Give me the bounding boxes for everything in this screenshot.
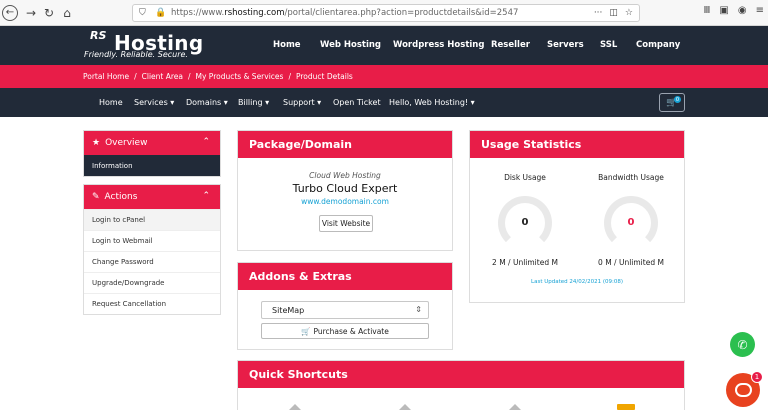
sidebar-item-information[interactable]: Information xyxy=(84,155,220,176)
chevron-up-icon[interactable]: ⌃ xyxy=(202,137,210,147)
nav-ssl[interactable]: SSL xyxy=(600,40,617,50)
browser-toolbar: ← → ↻ ⌂ ⛉ 🔒 https://www.rshosting.com/po… xyxy=(0,0,768,26)
purchase-label: Purchase & Activate xyxy=(313,326,389,336)
bandwidth-gauge-value: 0 xyxy=(627,217,635,228)
chevron-up-icon[interactable]: ⌃ xyxy=(202,191,210,201)
cart-button[interactable]: 🛒 0 xyxy=(659,93,685,112)
nav-web-hosting[interactable]: Web Hosting xyxy=(320,40,381,50)
subnav-billing[interactable]: Billing ▾ xyxy=(238,98,269,107)
forward-icon[interactable]: → xyxy=(22,4,40,22)
sidebar-item-request-cancellation[interactable]: Request Cancellation xyxy=(84,293,220,314)
pocket-icon[interactable]: ◫ xyxy=(609,8,618,18)
cart-icon: 🛒 xyxy=(301,326,311,336)
actions-header[interactable]: ✎ Actions ⌃ xyxy=(84,185,220,209)
lock-icon[interactable]: 🔒 xyxy=(155,8,167,18)
sidebar-overview: ★ Overview ⌃ Information xyxy=(83,130,221,177)
menu-icon[interactable]: ≡ xyxy=(756,5,764,16)
shortcut-icon[interactable] xyxy=(399,404,411,410)
breadcrumb-my-products[interactable]: My Products & Services xyxy=(196,72,284,81)
nav-wordpress-hosting[interactable]: Wordpress Hosting xyxy=(393,40,484,50)
cart-count-badge: 0 xyxy=(674,96,681,103)
nav-reseller[interactable]: Reseller xyxy=(491,40,530,50)
nav-company[interactable]: Company xyxy=(636,40,680,50)
sidebar-item-upgrade-downgrade[interactable]: Upgrade/Downgrade xyxy=(84,272,220,293)
back-icon[interactable]: ← xyxy=(2,4,18,21)
reload-icon[interactable]: ↻ xyxy=(40,4,58,22)
logo-tagline: Friendly. Reliable. Secure. xyxy=(84,50,188,59)
bandwidth-usage-label: Bandwidth Usage xyxy=(598,173,664,182)
breadcrumb-separator: / xyxy=(134,72,137,81)
breadcrumb: Portal Home / Client Area / My Products … xyxy=(0,65,768,88)
bandwidth-usage-text: 0 M / Unlimited M xyxy=(598,258,664,267)
addons-panel: Addons & Extras SiteMap ⇕ 🛒 Purchase & A… xyxy=(237,262,453,350)
usage-title: Usage Statistics xyxy=(470,131,684,158)
breadcrumb-product-details: Product Details xyxy=(295,72,353,81)
breadcrumb-portal-home[interactable]: Portal Home xyxy=(83,72,129,81)
package-panel: Package/Domain Cloud Web Hosting Turbo C… xyxy=(237,130,453,251)
sidebar-actions: ✎ Actions ⌃ Login to cPanel Login to Web… xyxy=(83,184,221,315)
subnav-home[interactable]: Home xyxy=(99,98,123,107)
addon-select[interactable]: SiteMap ⇕ xyxy=(261,301,429,319)
package-product: Turbo Cloud Expert xyxy=(292,182,398,195)
package-domain-link[interactable]: www.demodomain.com xyxy=(238,197,452,206)
url-text[interactable]: https://www.rshosting.com/portal/clienta… xyxy=(171,8,518,18)
shortcut-icon[interactable] xyxy=(617,404,635,410)
shortcuts-panel: Quick Shortcuts xyxy=(237,360,685,410)
disk-gauge-value: 0 xyxy=(521,217,529,228)
overview-header[interactable]: ★ Overview ⌃ xyxy=(84,131,220,155)
library-icon[interactable]: Ⅲ xyxy=(704,5,711,16)
visit-website-button[interactable]: Visit Website xyxy=(319,215,373,232)
subnav-support[interactable]: Support ▾ xyxy=(283,98,321,107)
disk-usage-text: 2 M / Unlimited M xyxy=(492,258,558,267)
purchase-activate-button[interactable]: 🛒 Purchase & Activate xyxy=(261,323,429,339)
package-title: Package/Domain xyxy=(238,131,452,158)
home-icon[interactable]: ⌂ xyxy=(58,4,76,22)
shortcut-icon[interactable] xyxy=(509,404,521,410)
whatsapp-icon[interactable]: ✆ xyxy=(730,332,755,357)
client-nav: Home Services ▾ Domains ▾ Billing ▾ Supp… xyxy=(0,88,768,117)
disk-usage-label: Disk Usage xyxy=(504,173,546,182)
address-bar[interactable]: ⛉ 🔒 https://www.rshosting.com/portal/cli… xyxy=(132,4,640,22)
chat-bubble-icon xyxy=(734,383,752,397)
sidebar-icon[interactable]: ▣ xyxy=(719,5,728,16)
subnav-services[interactable]: Services ▾ xyxy=(134,98,174,107)
addon-selected-value: SiteMap xyxy=(272,305,305,315)
addons-title: Addons & Extras xyxy=(238,263,452,290)
subnav-open-ticket[interactable]: Open Ticket xyxy=(333,98,381,107)
breadcrumb-separator: / xyxy=(187,72,191,81)
breadcrumb-separator: / xyxy=(288,72,291,81)
nav-servers[interactable]: Servers xyxy=(547,40,584,50)
account-icon[interactable]: ◉ xyxy=(738,5,747,16)
wrench-icon: ✎ xyxy=(92,192,100,202)
more-icon[interactable]: ··· xyxy=(594,8,603,18)
subnav-account[interactable]: Hello, Web Hosting! ▾ xyxy=(389,98,475,107)
sidebar-item-login-cpanel[interactable]: Login to cPanel xyxy=(84,209,220,230)
sidebar-item-login-webmail[interactable]: Login to Webmail xyxy=(84,230,220,251)
overview-title: Overview xyxy=(105,138,148,148)
breadcrumb-client-area[interactable]: Client Area xyxy=(142,72,183,81)
site-header: RS Hosting Friendly. Reliable. Secure. H… xyxy=(0,26,768,65)
chat-badge: 1 xyxy=(751,371,763,383)
nav-home[interactable]: Home xyxy=(273,40,301,50)
sidebar-item-change-password[interactable]: Change Password xyxy=(84,251,220,272)
last-updated-text: Last Updated 24/02/2021 (09:08) xyxy=(531,279,623,285)
shield-icon[interactable]: ⛉ xyxy=(139,8,151,18)
shortcuts-title: Quick Shortcuts xyxy=(238,361,684,388)
logo-rs: RS xyxy=(90,29,107,42)
bookmark-star-icon[interactable]: ☆ xyxy=(625,8,633,18)
shortcut-icon[interactable] xyxy=(289,404,301,410)
subnav-domains[interactable]: Domains ▾ xyxy=(186,98,228,107)
select-arrows-icon: ⇕ xyxy=(415,305,422,314)
package-group: Cloud Web Hosting xyxy=(309,171,381,180)
actions-title: Actions xyxy=(104,192,138,202)
star-icon: ★ xyxy=(92,138,101,148)
usage-panel: Usage Statistics Disk Usage Bandwidth Us… xyxy=(469,130,685,303)
